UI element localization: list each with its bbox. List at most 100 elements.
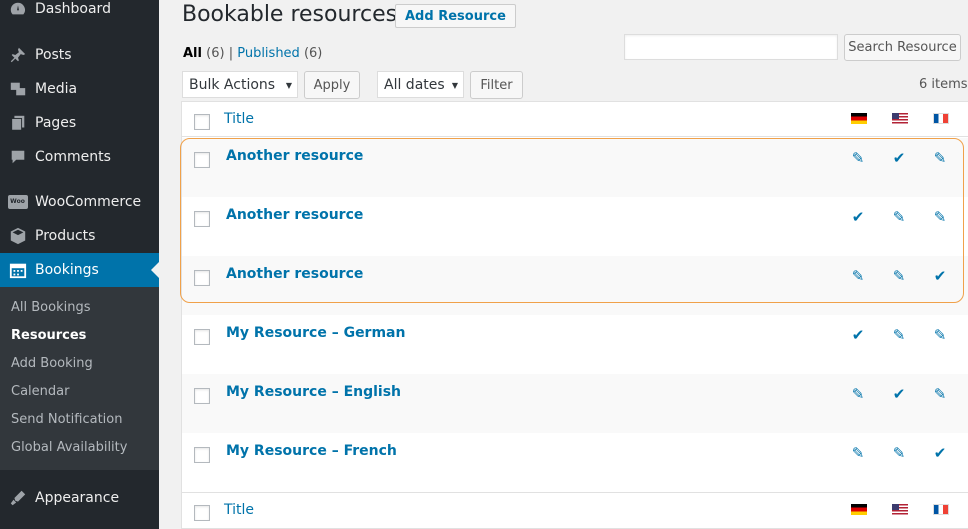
edit-icon[interactable]: ✎ (849, 267, 867, 285)
edit-icon[interactable]: ✎ (890, 444, 908, 462)
submenu-add-booking[interactable]: Add Booking (11, 356, 93, 371)
menu-item-label: Bookings (35, 262, 99, 278)
resource-title-link[interactable]: Another resource (226, 266, 363, 282)
flag-fr-icon (933, 504, 949, 515)
table-row: Another resource ✎ ✔ ✎ (182, 138, 968, 197)
view-separator: | (228, 46, 234, 61)
submenu-calendar[interactable]: Calendar (11, 384, 69, 399)
chevron-down-icon: ▼ (285, 81, 292, 90)
edit-icon[interactable]: ✎ (931, 385, 949, 403)
row-checkbox[interactable] (194, 388, 210, 404)
menu-item-label: Pages (35, 115, 77, 131)
edit-icon[interactable]: ✎ (890, 208, 908, 226)
edit-icon[interactable]: ✎ (890, 267, 908, 285)
check-icon: ✔ (892, 149, 906, 167)
pin-icon (0, 46, 35, 64)
divider (182, 492, 968, 493)
status-views: All (6) | Published (6) (183, 46, 322, 61)
edit-icon[interactable]: ✎ (849, 385, 867, 403)
add-resource-button[interactable]: Add Resource (395, 4, 516, 28)
row-checkbox[interactable] (194, 270, 210, 286)
submenu-global-availability[interactable]: Global Availability (11, 440, 127, 455)
check-icon: ✔ (933, 267, 947, 285)
flag-us-icon (892, 504, 908, 515)
apply-button[interactable]: Apply (304, 71, 360, 99)
check-icon: ✔ (892, 385, 906, 403)
brush-icon (0, 489, 35, 507)
items-count: 6 items (919, 77, 968, 92)
menu-item-label: WooCommerce (35, 194, 142, 210)
submenu-resources[interactable]: Resources (11, 328, 86, 343)
search-resource-button[interactable]: Search Resource (844, 34, 961, 61)
menu-item-appearance[interactable]: Appearance (0, 481, 159, 515)
flag-de-icon (851, 504, 867, 515)
resource-title-link[interactable]: My Resource – English (226, 384, 401, 400)
check-icon: ✔ (851, 326, 865, 344)
menu-item-posts[interactable]: Posts (0, 38, 159, 72)
row-checkbox[interactable] (194, 152, 210, 168)
dashboard-icon (0, 0, 35, 18)
check-icon: ✔ (933, 444, 947, 462)
resource-title-link[interactable]: My Resource – French (226, 443, 397, 459)
menu-item-label: Comments (35, 149, 111, 165)
products-icon (0, 227, 35, 245)
edit-icon[interactable]: ✎ (931, 149, 949, 167)
menu-item-woocommerce[interactable]: Woo WooCommerce (0, 185, 159, 219)
edit-icon[interactable]: ✎ (890, 326, 908, 344)
calendar-icon (0, 261, 35, 279)
table-row: Another resource ✎ ✎ ✔ (182, 256, 968, 315)
view-published-link[interactable]: Published (237, 46, 300, 61)
edit-icon[interactable]: ✎ (849, 444, 867, 462)
menu-item-media[interactable]: Media (0, 72, 159, 106)
table-row: Another resource ✔ ✎ ✎ (182, 197, 968, 256)
view-all-link[interactable]: All (183, 46, 202, 61)
media-icon (0, 80, 35, 98)
woocommerce-icon: Woo (0, 195, 35, 209)
divider (182, 136, 968, 137)
select-all-checkbox[interactable] (194, 505, 210, 521)
table-row: My Resource – French ✎ ✎ ✔ (182, 433, 968, 492)
check-icon: ✔ (851, 208, 865, 226)
row-checkbox[interactable] (194, 329, 210, 345)
menu-item-label: Posts (35, 47, 72, 63)
menu-item-pages[interactable]: Pages (0, 106, 159, 140)
menu-item-label: Media (35, 81, 78, 97)
search-input[interactable] (624, 34, 838, 60)
menu-item-comments[interactable]: Comments (0, 140, 159, 174)
row-checkbox[interactable] (194, 447, 210, 463)
table-row: My Resource – German ✔ ✎ ✎ (182, 315, 968, 374)
page-title: Bookable resources (182, 2, 398, 27)
submenu-all-bookings[interactable]: All Bookings (11, 300, 90, 315)
menu-item-label: Appearance (35, 490, 120, 506)
dates-value: All dates (384, 76, 445, 93)
menu-item-bookings[interactable]: Bookings (0, 253, 159, 287)
edit-icon[interactable]: ✎ (931, 326, 949, 344)
menu-item-products[interactable]: Products (0, 219, 159, 253)
title-column-footer[interactable]: Title (224, 502, 254, 518)
flag-de-icon (851, 113, 867, 124)
comments-icon (0, 148, 35, 166)
menu-item-label: Dashboard (35, 1, 111, 17)
title-column-header[interactable]: Title (224, 111, 254, 127)
row-checkbox[interactable] (194, 211, 210, 227)
edit-icon[interactable]: ✎ (931, 208, 949, 226)
chevron-down-icon: ▼ (451, 81, 458, 90)
resource-title-link[interactable]: My Resource – German (226, 325, 405, 341)
bulk-actions-value: Bulk Actions (189, 76, 276, 93)
select-all-checkbox[interactable] (194, 114, 210, 130)
flag-fr-icon (933, 113, 949, 124)
admin-sidebar: Dashboard Posts Media Pages Comments Woo… (0, 0, 159, 529)
dates-select[interactable]: All dates ▼ (377, 71, 464, 98)
bulk-actions-select[interactable]: Bulk Actions ▼ (182, 71, 298, 98)
resource-title-link[interactable]: Another resource (226, 207, 363, 223)
edit-icon[interactable]: ✎ (849, 149, 867, 167)
view-all-count: (6) (206, 46, 225, 61)
menu-item-label: Products (35, 228, 96, 244)
table-row: My Resource – English ✎ ✔ ✎ (182, 374, 968, 433)
resources-table: Title Another resource ✎ ✔ ✎ Another res… (181, 101, 968, 529)
bookings-submenu: All Bookings Resources Add Booking Calen… (0, 287, 159, 470)
filter-button[interactable]: Filter (470, 71, 523, 99)
menu-item-dashboard[interactable]: Dashboard (0, 0, 159, 26)
resource-title-link[interactable]: Another resource (226, 148, 363, 164)
submenu-send-notification[interactable]: Send Notification (11, 412, 122, 427)
